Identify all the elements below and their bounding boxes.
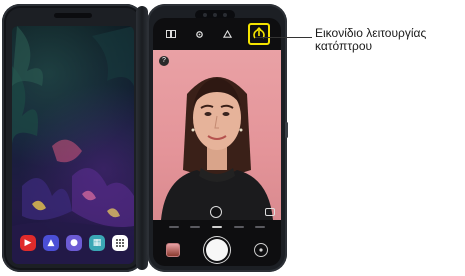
mirror-mode-glyph — [253, 27, 265, 39]
camera-top-bar — [153, 18, 281, 50]
gallery-app-icon[interactable]: ▲ — [43, 235, 59, 251]
switch-camera-icon[interactable] — [254, 243, 268, 257]
callout-leader-line — [256, 37, 312, 38]
mode-indicator — [211, 226, 222, 228]
camera-bottom-controls — [153, 234, 281, 266]
grid-dots-icon — [116, 239, 124, 247]
home-screen: ▶ ▲ ● ▦ — [12, 26, 134, 264]
mode-indicator — [190, 226, 201, 228]
camera-app-screen: ? — [153, 18, 281, 266]
apps-drawer-icon[interactable] — [112, 235, 128, 251]
mirror-mode-icon[interactable] — [248, 23, 270, 45]
flash-icon[interactable] — [164, 27, 178, 41]
earpiece-slot — [54, 13, 92, 18]
shutter-button[interactable] — [206, 239, 228, 261]
mode-indicator — [168, 226, 179, 228]
phone-device: ? — [147, 4, 288, 272]
camera-mode-strip[interactable] — [153, 220, 281, 234]
settings-gear-icon[interactable] — [192, 27, 206, 41]
mode-indicator — [233, 226, 244, 228]
gallery-thumbnail[interactable] — [166, 243, 180, 257]
portrait-mode-icon[interactable] — [210, 206, 222, 218]
callout-label: Εικονίδιο λειτουργίας κατόπτρου — [315, 26, 427, 53]
selfie-subject — [161, 77, 273, 220]
side-button — [285, 122, 288, 138]
game-app-icon[interactable]: ● — [66, 235, 82, 251]
camera-viewfinder[interactable]: ? — [153, 50, 281, 220]
youtube-app-icon[interactable]: ▶ — [20, 235, 36, 251]
dual-screen-cover: ▶ ▲ ● ▦ — [2, 4, 144, 272]
rotate-icon[interactable] — [265, 208, 275, 216]
home-dock: ▶ ▲ ● ▦ — [20, 232, 128, 254]
mode-indicator — [255, 226, 266, 228]
timer-icon[interactable] — [220, 27, 234, 41]
wallpaper-art — [12, 26, 134, 264]
qr-app-icon[interactable]: ▦ — [89, 235, 105, 251]
